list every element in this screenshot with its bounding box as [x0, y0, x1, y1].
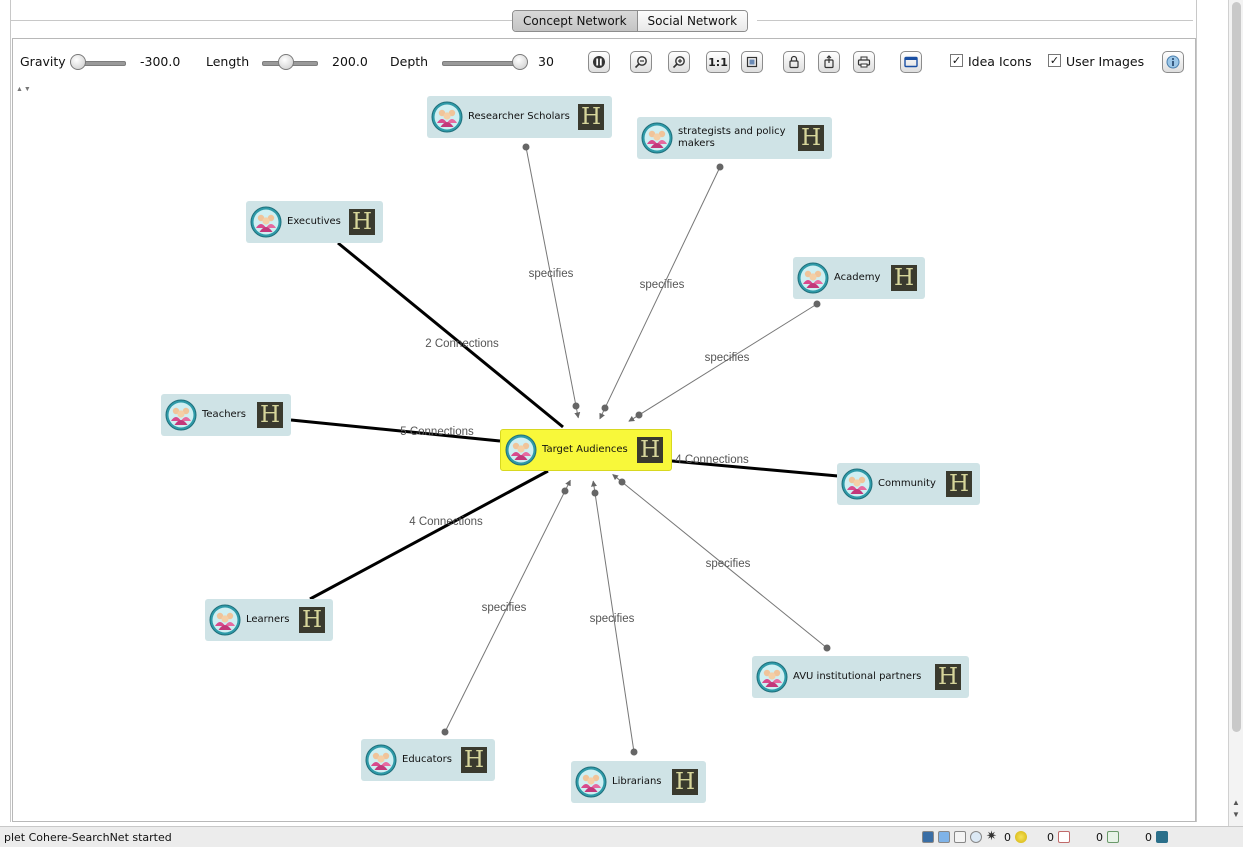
node-community[interactable]: Community H — [837, 463, 980, 505]
h-badge-icon[interactable]: H — [637, 437, 663, 463]
edge-endpoint-dot — [601, 404, 609, 412]
edge-researcher-scholars[interactable] — [525, 146, 581, 419]
status-icons: ✷ 0 0 0 0 — [922, 829, 1168, 845]
edge-label: specifies — [706, 558, 751, 570]
network-icon[interactable] — [922, 831, 934, 843]
node-label: Teachers — [202, 409, 246, 420]
mail-icon[interactable] — [954, 831, 966, 843]
user-group-icon — [165, 399, 197, 431]
node-label: Librarians — [612, 776, 662, 787]
scrollbar-thumb[interactable] — [1232, 2, 1241, 732]
edge-endpoint-dot — [813, 300, 821, 308]
edge-label: 2 Connections — [425, 338, 499, 350]
node-educators[interactable]: Educators H — [361, 739, 495, 781]
node-strategists[interactable]: strategists and policy makers H — [637, 117, 832, 159]
lists-count: 0 — [1096, 830, 1103, 844]
h-badge-icon[interactable]: H — [935, 664, 961, 690]
edge-endpoint-dot — [635, 411, 643, 419]
bug-icon[interactable]: ✷ — [986, 830, 998, 843]
node-label: Learners — [246, 614, 290, 625]
user-group-icon — [431, 101, 463, 133]
node-librarians[interactable]: Librarians H — [571, 761, 706, 803]
node-learners[interactable]: Learners H — [205, 599, 333, 641]
edge-endpoint-dot — [561, 487, 569, 495]
node-label: Educators — [402, 754, 452, 765]
node-label: Academy — [834, 272, 881, 283]
user-group-icon — [250, 206, 282, 238]
h-badge-icon[interactable]: H — [798, 125, 824, 151]
edge-endpoint-dot — [591, 489, 599, 497]
node-executives[interactable]: Executives H — [246, 201, 383, 243]
node-label: Executives — [287, 216, 341, 227]
user-group-icon — [641, 122, 673, 154]
h-badge-icon[interactable]: H — [349, 209, 375, 235]
edge-label: 4 Connections — [409, 516, 483, 528]
h-badge-icon[interactable]: H — [891, 265, 917, 291]
edge-endpoint-dot — [823, 644, 831, 652]
edge-endpoint-dot — [716, 163, 724, 171]
user-group-icon — [797, 262, 829, 294]
h-badge-icon[interactable]: H — [946, 471, 972, 497]
user-group-icon — [756, 661, 788, 693]
vertical-scrollbar[interactable]: ▲ ▼ — [1228, 0, 1243, 826]
node-label: strategists and policy makers — [678, 126, 786, 149]
scroll-down-arrow[interactable]: ▼ — [1232, 810, 1240, 819]
node-academy[interactable]: Academy H — [793, 257, 925, 299]
snowflake-icon[interactable] — [938, 831, 950, 843]
h-badge-icon[interactable]: H — [461, 747, 487, 773]
document-icon[interactable] — [1058, 831, 1070, 843]
lightbulb-icon[interactable] — [1015, 831, 1027, 843]
edge-label: specifies — [590, 613, 635, 625]
user-icon[interactable] — [970, 831, 982, 843]
node-teachers[interactable]: Teachers H — [161, 394, 291, 436]
status-bar: plet Cohere-SearchNet started ✷ 0 0 0 0 — [0, 826, 1243, 847]
ideas-count: 0 — [1004, 830, 1011, 844]
edge-label: 5 Connections — [400, 426, 474, 438]
user-group-icon — [575, 766, 607, 798]
h-badge-icon[interactable]: H — [299, 607, 325, 633]
node-label: Community — [878, 478, 936, 489]
edge-learners[interactable] — [309, 469, 549, 601]
status-message: plet Cohere-SearchNet started — [4, 831, 172, 844]
user-group-icon — [365, 744, 397, 776]
h-badge-icon[interactable]: H — [672, 769, 698, 795]
edge-label: specifies — [482, 602, 527, 614]
edge-endpoint-dot — [618, 478, 626, 486]
list-icon[interactable] — [1107, 831, 1119, 843]
node-label: AVU institutional partners — [793, 671, 922, 682]
node-avu-partners[interactable]: AVU institutional partners H — [752, 656, 969, 698]
h-badge-icon[interactable]: H — [257, 402, 283, 428]
edge-endpoint-dot — [441, 728, 449, 736]
scroll-up-arrow[interactable]: ▲ — [1232, 798, 1240, 807]
edge-label: 4 Connections — [675, 454, 749, 466]
user-group-icon — [209, 604, 241, 636]
user-group-icon — [505, 434, 537, 466]
net-count: 0 — [1145, 830, 1152, 844]
edge-endpoint-dot — [522, 143, 530, 151]
edge-endpoint-dot — [630, 748, 638, 756]
user-group-icon — [841, 468, 873, 500]
node-researcher-scholars[interactable]: Researcher Scholars H — [427, 96, 612, 138]
edge-endpoint-dot — [572, 402, 580, 410]
docs-count: 0 — [1047, 830, 1054, 844]
edge-strategists[interactable] — [599, 166, 721, 420]
edge-label: specifies — [529, 268, 574, 280]
node-label: Target Audiences — [542, 444, 628, 455]
node-label: Researcher Scholars — [468, 111, 570, 122]
node-target-audiences[interactable]: Target Audiences H — [500, 429, 672, 471]
edge-label: specifies — [705, 352, 750, 364]
edge-label: specifies — [640, 279, 685, 291]
h-badge-icon[interactable]: H — [578, 104, 604, 130]
connection-icon[interactable] — [1156, 831, 1168, 843]
